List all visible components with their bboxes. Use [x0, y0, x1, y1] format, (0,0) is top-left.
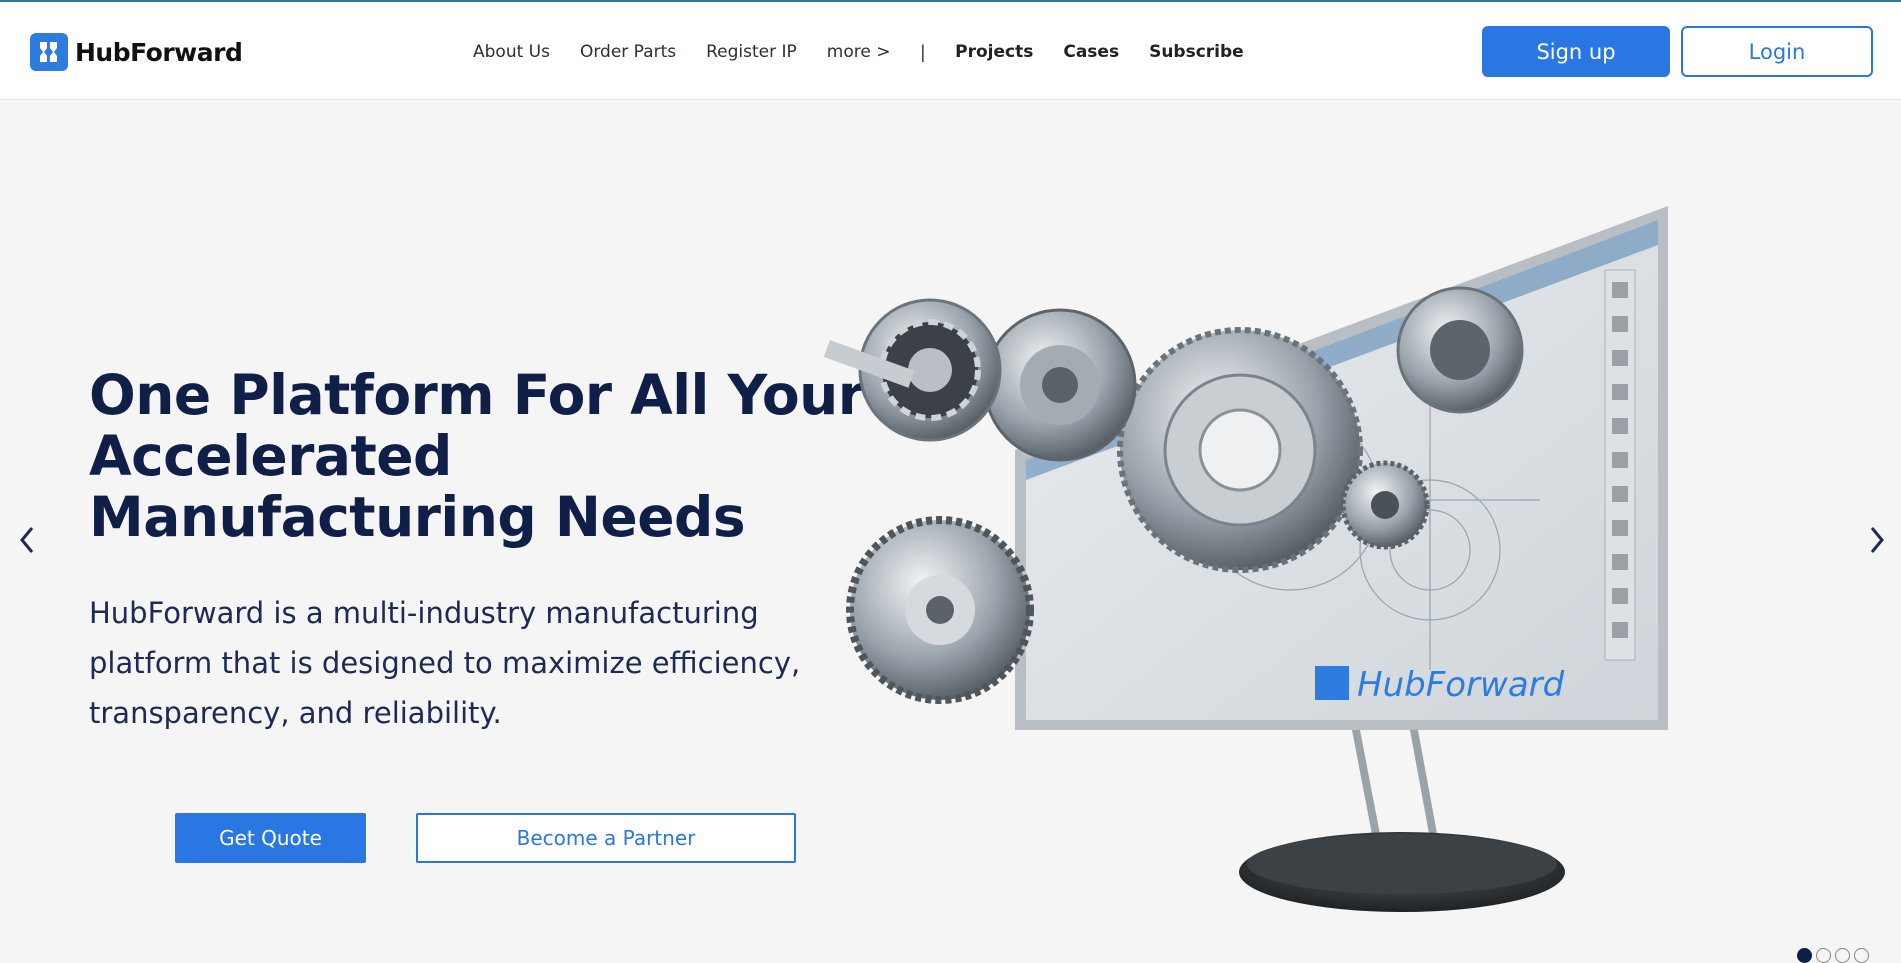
hero-title-line1: One Platform For All Your	[89, 363, 865, 427]
nav-register-ip[interactable]: Register IP	[706, 42, 797, 62]
nav-projects[interactable]: Projects	[955, 42, 1033, 62]
carousel-dot-2[interactable]	[1816, 948, 1831, 963]
nav-more[interactable]: more >	[827, 42, 891, 62]
carousel-dots	[1797, 948, 1869, 963]
login-button[interactable]: Login	[1681, 26, 1873, 77]
signup-button[interactable]: Sign up	[1482, 26, 1670, 77]
nav-cases[interactable]: Cases	[1063, 42, 1119, 62]
monitor-brand-text: HubForward	[1357, 665, 1565, 705]
nav-order-parts[interactable]: Order Parts	[580, 42, 676, 62]
carousel-dot-1[interactable]	[1797, 948, 1812, 963]
nav-separator: |	[920, 41, 926, 62]
hero-title-line3: Manufacturing Needs	[89, 485, 746, 549]
get-quote-button[interactable]: Get Quote	[175, 813, 366, 863]
chevron-left-icon[interactable]	[12, 520, 42, 560]
logo-text: HubForward	[75, 37, 243, 67]
hero-title: One Platform For All Your Accelerated Ma…	[89, 365, 889, 548]
hero-description: HubForward is a multi-industry manufactu…	[89, 596, 801, 730]
become-partner-button[interactable]: Become a Partner	[416, 813, 796, 863]
hero-title-line2: Accelerated	[89, 424, 452, 488]
nav-about-us[interactable]: About Us	[473, 42, 550, 62]
main-nav: About Us Order Parts Register IP more > …	[473, 40, 1274, 64]
nav-subscribe[interactable]: Subscribe	[1149, 42, 1244, 62]
carousel-dot-4[interactable]	[1854, 948, 1869, 963]
logo[interactable]: HubForward	[30, 33, 243, 71]
carousel-dot-3[interactable]	[1835, 948, 1850, 963]
hero-monitor-gears-image: HubForward	[820, 200, 1680, 940]
chevron-right-icon[interactable]	[1862, 520, 1892, 560]
logo-mark-icon	[30, 33, 68, 71]
site-header: HubForward About Us Order Parts Register…	[0, 2, 1901, 100]
